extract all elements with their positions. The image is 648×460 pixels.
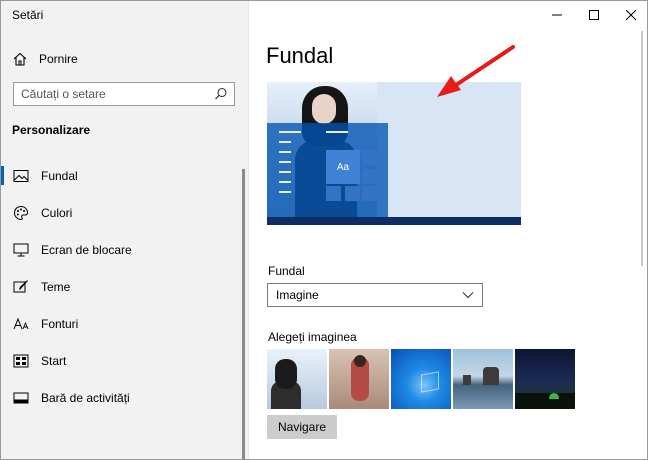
- start-icon: [13, 353, 29, 369]
- sidebar-item-culori[interactable]: Culori: [1, 194, 249, 231]
- preview-taskbar: [267, 217, 521, 225]
- palette-icon: [13, 205, 29, 221]
- picture-thumbnail[interactable]: [515, 349, 575, 409]
- close-button[interactable]: [613, 1, 647, 29]
- search-icon[interactable]: [214, 87, 228, 101]
- preview-start-menu: Aa: [267, 123, 388, 218]
- section-title: Personalizare: [12, 123, 91, 137]
- settings-window: Setări Pornire Personalizare Fundal: [0, 0, 648, 460]
- minimize-button[interactable]: [539, 1, 575, 29]
- maximize-button[interactable]: [576, 1, 612, 29]
- sidebar-item-ecran-de-blocare[interactable]: Ecran de blocare: [1, 231, 249, 268]
- picture-icon: [13, 168, 29, 184]
- minimize-icon: [552, 14, 562, 16]
- background-type-value: Imagine: [276, 288, 319, 302]
- home-link[interactable]: Pornire: [12, 49, 78, 69]
- sidebar-item-label: Teme: [41, 279, 71, 294]
- picture-thumbnail[interactable]: [329, 349, 389, 409]
- taskbar-icon: [13, 390, 29, 406]
- sidebar-item-label: Fundal: [41, 168, 78, 183]
- picture-thumbnails: [267, 349, 575, 409]
- background-label: Fundal: [268, 264, 305, 278]
- sidebar-item-teme[interactable]: Teme: [1, 268, 249, 305]
- sidebar-item-label: Culori: [41, 205, 73, 220]
- page-title: Fundal: [266, 43, 334, 68]
- picture-thumbnail[interactable]: [391, 349, 451, 409]
- sidebar-item-label: Bară de activități: [41, 390, 130, 405]
- sidebar-item-fundal[interactable]: Fundal: [1, 157, 249, 194]
- preview-tile-label: Aa: [326, 150, 360, 184]
- search-box: [13, 82, 235, 106]
- background-type-select[interactable]: Imagine: [267, 283, 483, 307]
- brush-icon: [13, 279, 29, 295]
- choose-picture-label: Alegeți imaginea: [268, 330, 357, 344]
- home-label: Pornire: [39, 52, 78, 66]
- picture-thumbnail[interactable]: [453, 349, 513, 409]
- browse-button[interactable]: Navigare: [267, 415, 337, 439]
- sidebar-item-start[interactable]: Start: [1, 342, 249, 379]
- search-input[interactable]: [14, 83, 214, 105]
- monitor-icon: [13, 242, 29, 258]
- background-preview: Aa: [267, 82, 521, 225]
- sidebar: Setări Pornire Personalizare Fundal: [1, 1, 249, 459]
- sidebar-item-fonturi[interactable]: Fonturi: [1, 305, 249, 342]
- home-icon: [13, 52, 27, 66]
- close-icon: [626, 10, 636, 20]
- chevron-down-icon: [462, 292, 474, 299]
- sidebar-item-bara-de-activitati[interactable]: Bară de activități: [1, 379, 249, 416]
- annotation-arrow-icon: [437, 45, 515, 97]
- maximize-icon: [589, 10, 599, 20]
- picture-thumbnail[interactable]: [267, 349, 327, 409]
- sidebar-item-label: Fonturi: [41, 316, 79, 331]
- font-icon: [13, 316, 29, 332]
- sidebar-scrollbar[interactable]: [242, 169, 245, 459]
- app-title: Setări: [12, 8, 44, 22]
- sidebar-item-label: Start: [41, 353, 67, 368]
- sidebar-nav: Fundal Culori Ecran de blocare Teme Font…: [1, 157, 249, 416]
- main-scrollbar[interactable]: [641, 31, 643, 266]
- sidebar-item-label: Ecran de blocare: [41, 242, 132, 257]
